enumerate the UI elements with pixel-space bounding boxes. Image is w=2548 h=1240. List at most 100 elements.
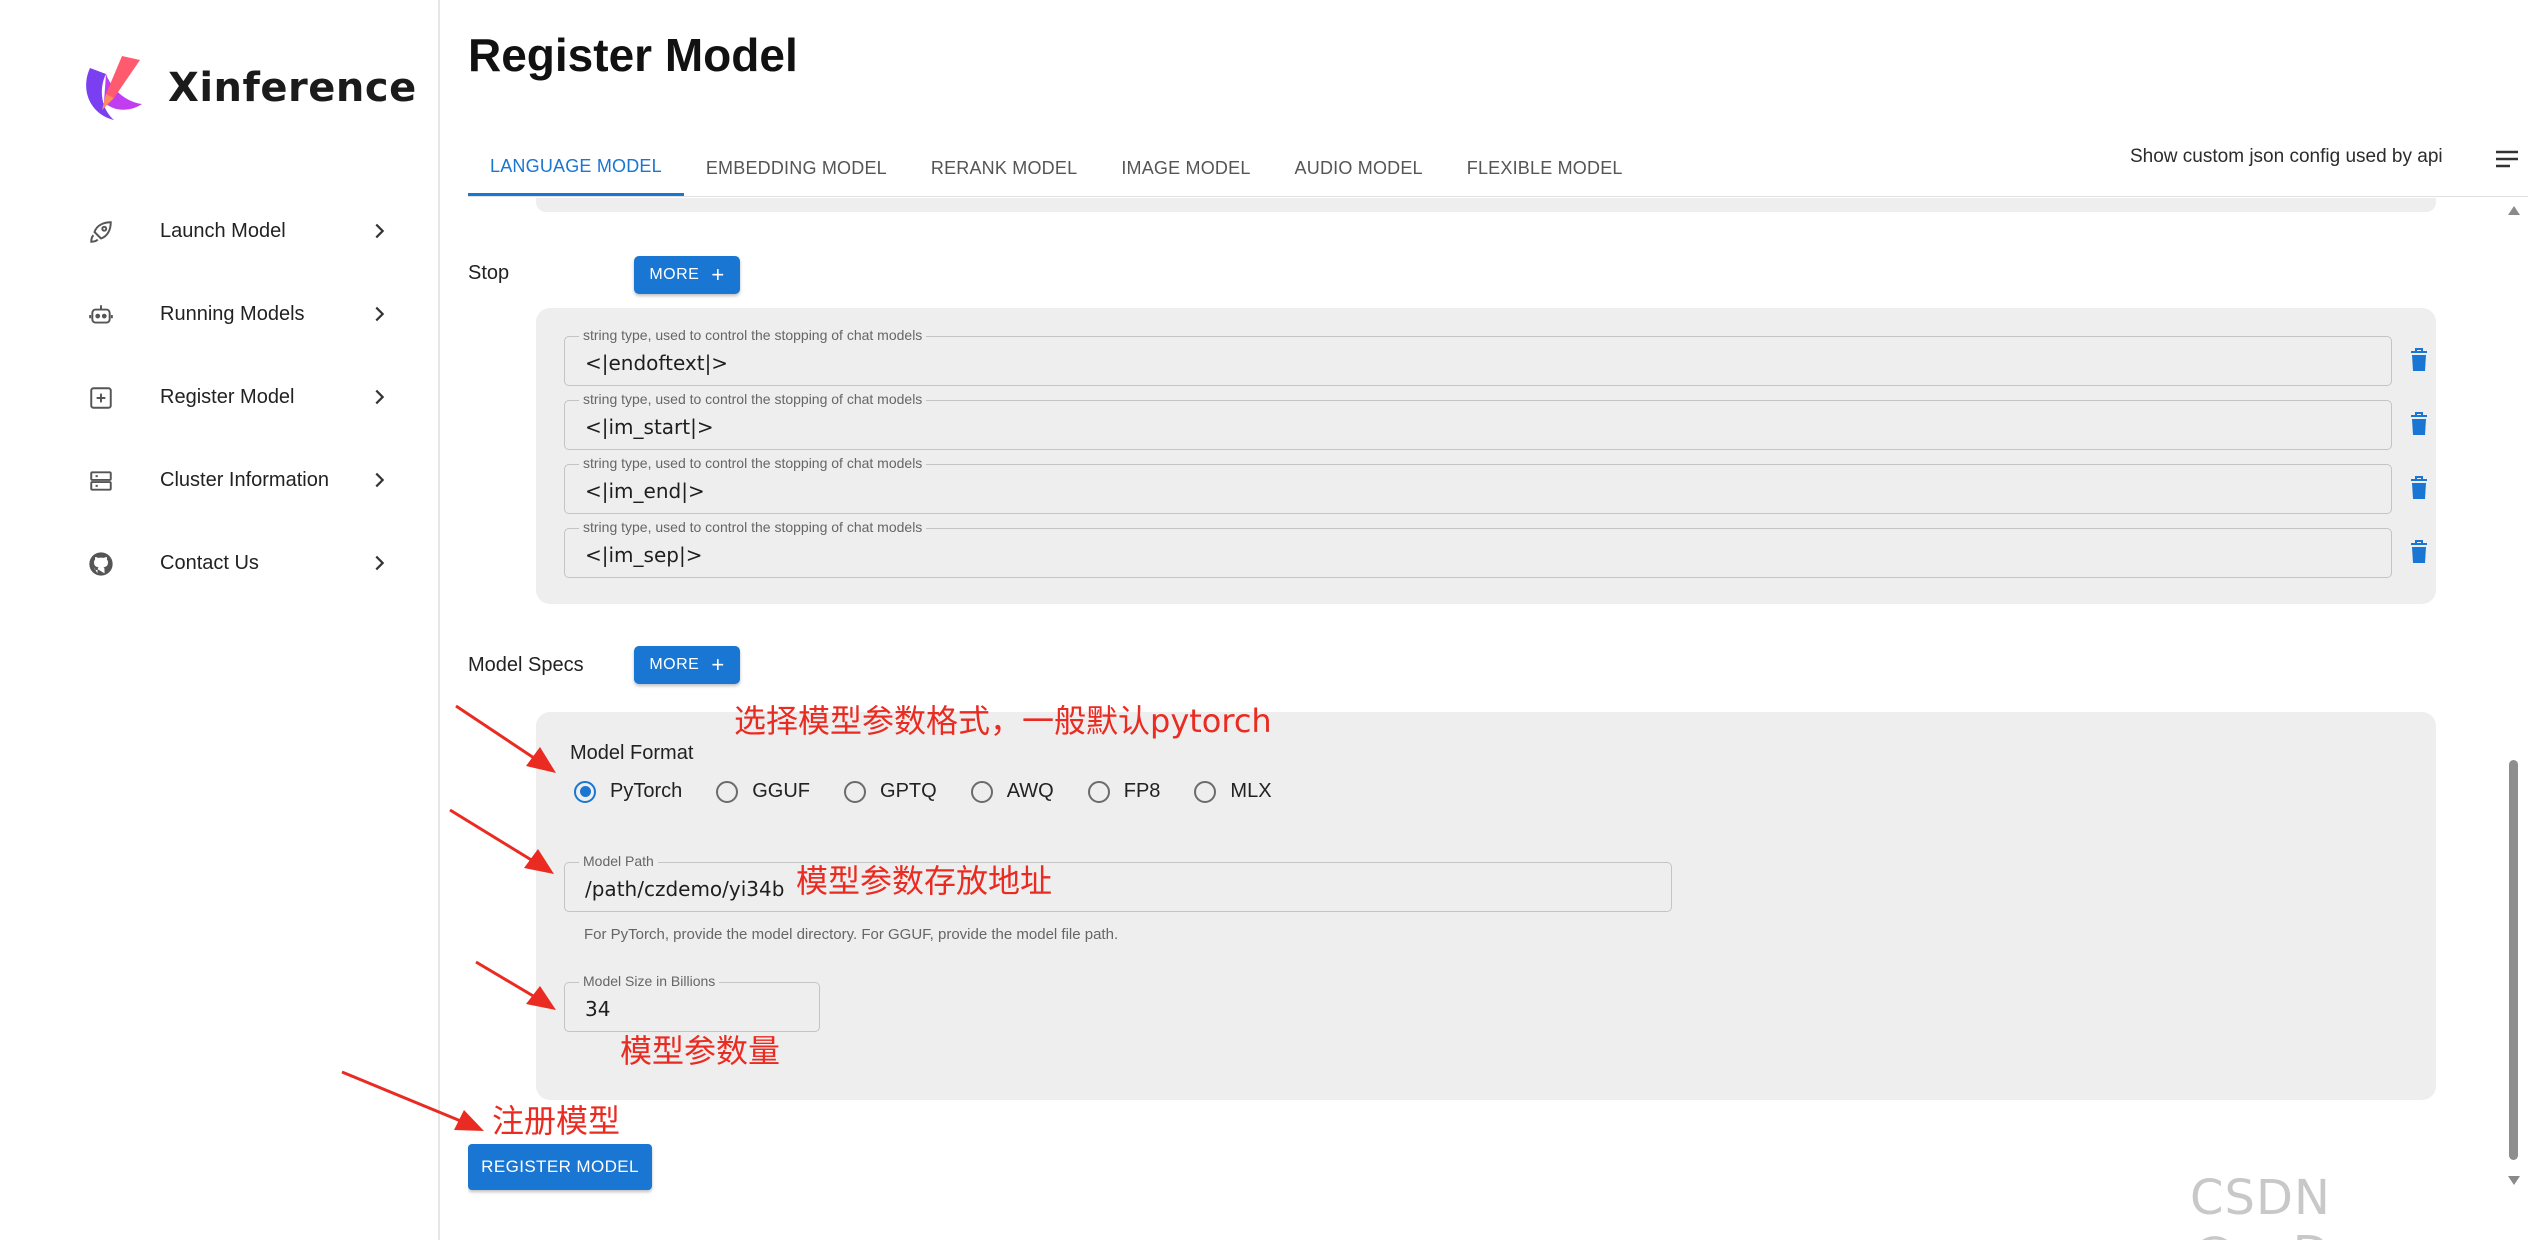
stop-word-field[interactable]: string type, used to control the stoppin… bbox=[564, 391, 2392, 450]
radio-fp8[interactable]: FP8 bbox=[1087, 780, 1161, 803]
model-path-field[interactable]: Model Path /path/czdemo/yi34b bbox=[564, 853, 1672, 912]
field-value: <|im_sep|> bbox=[585, 543, 703, 567]
scrollbar-thumb[interactable] bbox=[2509, 760, 2518, 1160]
menu-icon[interactable] bbox=[2494, 148, 2520, 170]
sidebar: Xinference Launch Model Running Models R… bbox=[0, 0, 440, 1240]
sidebar-item-label: Register Model bbox=[160, 386, 295, 408]
radio-label: PyTorch bbox=[610, 780, 683, 802]
sidebar-item-running-models[interactable]: Running Models bbox=[80, 273, 400, 356]
github-icon bbox=[86, 549, 116, 579]
chevron-right-icon bbox=[375, 472, 385, 488]
chevron-right-icon bbox=[375, 306, 385, 322]
stop-word-field[interactable]: string type, used to control the stoppin… bbox=[564, 327, 2392, 386]
tab-image-model[interactable]: IMAGE MODEL bbox=[1099, 140, 1272, 196]
field-legend: Model Size in Billions bbox=[579, 973, 720, 989]
delete-icon[interactable] bbox=[2410, 348, 2428, 372]
field-legend: string type, used to control the stoppin… bbox=[579, 391, 927, 407]
model-specs-more-button[interactable]: MORE + bbox=[634, 646, 740, 684]
radio-mlx[interactable]: MLX bbox=[1194, 780, 1272, 803]
radio-pytorch[interactable]: PyTorch bbox=[574, 780, 682, 803]
model-type-tabs: LANGUAGE MODEL EMBEDDING MODEL RERANK MO… bbox=[468, 140, 1645, 196]
radio-unchecked-icon bbox=[970, 780, 993, 803]
server-icon bbox=[86, 466, 116, 496]
sidebar-item-contact-us[interactable]: Contact Us bbox=[80, 522, 400, 605]
field-legend: string type, used to control the stoppin… bbox=[579, 327, 927, 343]
radio-gptq[interactable]: GPTQ bbox=[844, 780, 937, 803]
field-legend: Model Path bbox=[579, 853, 658, 869]
stop-word-field[interactable]: string type, used to control the stoppin… bbox=[564, 519, 2392, 578]
field-value: <|endoftext|> bbox=[585, 351, 729, 375]
field-value: <|im_end|> bbox=[585, 479, 705, 503]
annotation-format: 选择模型参数格式，一般默认pytorch bbox=[734, 702, 1272, 740]
radio-label: GPTQ bbox=[880, 780, 937, 802]
tab-language-model[interactable]: LANGUAGE MODEL bbox=[468, 140, 684, 196]
scroll-up-icon[interactable] bbox=[2508, 206, 2520, 215]
model-size-field[interactable]: Model Size in Billions 34 bbox=[564, 973, 820, 1032]
chevron-right-icon bbox=[375, 555, 385, 571]
plus-square-icon bbox=[86, 383, 116, 413]
tab-flexible-model[interactable]: FLEXIBLE MODEL bbox=[1445, 140, 1645, 196]
register-model-button[interactable]: REGISTER MODEL bbox=[468, 1144, 652, 1190]
robot-icon bbox=[86, 300, 116, 330]
model-specs-label: Model Specs bbox=[468, 654, 584, 676]
tab-audio-model[interactable]: AUDIO MODEL bbox=[1273, 140, 1445, 196]
app-frame: Xinference Launch Model Running Models R… bbox=[0, 0, 2548, 1240]
radio-unchecked-icon bbox=[1087, 780, 1110, 803]
radio-gguf[interactable]: GGUF bbox=[716, 780, 810, 803]
delete-icon[interactable] bbox=[2410, 476, 2428, 500]
stop-more-button[interactable]: MORE + bbox=[634, 256, 740, 294]
annotation-size: 模型参数量 bbox=[620, 1032, 781, 1070]
stop-word-field[interactable]: string type, used to control the stoppin… bbox=[564, 455, 2392, 514]
field-legend: string type, used to control the stoppin… bbox=[579, 455, 927, 471]
model-format-label: Model Format bbox=[570, 742, 694, 764]
tabs-divider bbox=[468, 196, 2528, 197]
more-button-label: MORE bbox=[649, 656, 700, 673]
model-specs-panel: Model Format PyTorch GGUF GPTQ AWQ FP8 M… bbox=[536, 712, 2436, 1100]
rocket-icon bbox=[86, 217, 116, 247]
chevron-right-icon bbox=[375, 223, 385, 239]
scrollbar[interactable] bbox=[2504, 200, 2522, 1185]
radio-unchecked-icon bbox=[1194, 780, 1217, 803]
more-button-label: MORE bbox=[649, 266, 700, 283]
sidebar-item-launch-model[interactable]: Launch Model bbox=[80, 190, 400, 273]
radio-label: GGUF bbox=[752, 780, 811, 802]
radio-label: MLX bbox=[1230, 780, 1272, 802]
field-value: <|im_start|> bbox=[585, 415, 714, 439]
stop-label: Stop bbox=[468, 262, 510, 284]
sidebar-item-label: Running Models bbox=[160, 303, 305, 325]
plus-icon: + bbox=[711, 652, 725, 677]
sidebar-item-cluster-information[interactable]: Cluster Information bbox=[80, 439, 400, 522]
tab-embedding-model[interactable]: EMBEDDING MODEL bbox=[684, 140, 909, 196]
watermark: CSDN @czDemo bbox=[2190, 1170, 2438, 1240]
app-name: Xinference bbox=[168, 65, 417, 111]
radio-checked-icon bbox=[574, 780, 596, 803]
radio-awq[interactable]: AWQ bbox=[970, 780, 1054, 803]
sidebar-item-label: Contact Us bbox=[160, 552, 259, 574]
radio-unchecked-icon bbox=[716, 780, 739, 803]
field-legend: string type, used to control the stoppin… bbox=[579, 519, 927, 535]
radio-label: AWQ bbox=[1006, 780, 1054, 802]
radio-unchecked-icon bbox=[844, 780, 867, 803]
model-format-radio-group: PyTorch GGUF GPTQ AWQ FP8 MLX bbox=[574, 780, 1306, 803]
previous-panel bbox=[536, 198, 2436, 212]
sidebar-item-register-model[interactable]: Register Model bbox=[80, 356, 400, 439]
stop-panel: string type, used to control the stoppin… bbox=[536, 308, 2436, 604]
xinference-logo-icon bbox=[86, 56, 142, 120]
sidebar-item-label: Launch Model bbox=[160, 220, 286, 242]
sidebar-item-label: Cluster Information bbox=[160, 469, 329, 491]
radio-label: FP8 bbox=[1123, 780, 1161, 802]
delete-icon[interactable] bbox=[2410, 412, 2428, 436]
field-value: /path/czdemo/yi34b bbox=[585, 877, 785, 901]
sidebar-nav: Launch Model Running Models Register Mod… bbox=[80, 190, 400, 605]
model-path-helper: For PyTorch, provide the model directory… bbox=[584, 926, 1119, 943]
delete-icon[interactable] bbox=[2410, 540, 2428, 564]
chevron-right-icon bbox=[375, 389, 385, 405]
logo[interactable]: Xinference bbox=[76, 50, 417, 126]
annotation-register: 注册模型 bbox=[492, 1102, 621, 1140]
tab-rerank-model[interactable]: RERANK MODEL bbox=[909, 140, 1099, 196]
annotation-path: 模型参数存放地址 bbox=[796, 862, 1053, 900]
plus-icon: + bbox=[711, 262, 725, 287]
field-value: 34 bbox=[585, 997, 611, 1021]
json-config-toggle[interactable]: Show custom json config used by api bbox=[2130, 146, 2443, 168]
page-title: Register Model bbox=[468, 29, 798, 81]
